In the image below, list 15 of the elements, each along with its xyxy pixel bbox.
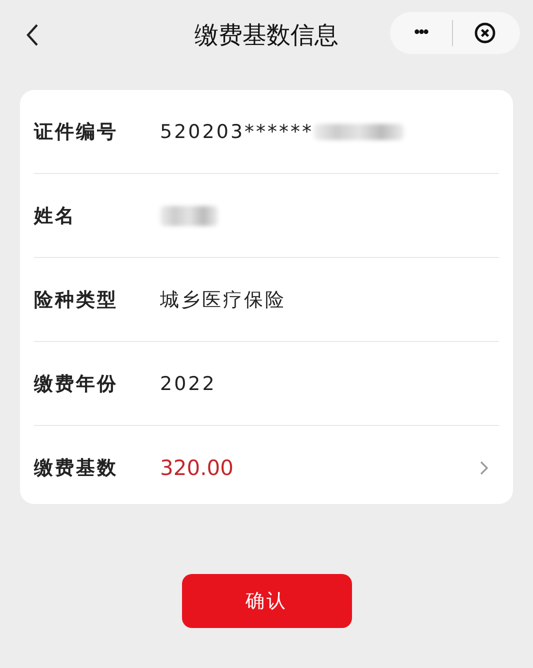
close-icon[interactable]	[474, 22, 496, 44]
confirm-button[interactable]: 确认	[182, 574, 352, 628]
field-value: 城乡医疗保险	[160, 288, 286, 312]
field-value: 520203******	[160, 120, 314, 142]
field-label: 姓名	[34, 204, 77, 228]
chevron-right-icon[interactable]	[479, 460, 489, 476]
field-label: 缴费年份	[34, 372, 119, 396]
more-button[interactable]: •••	[390, 24, 452, 42]
back-icon[interactable]	[25, 23, 39, 47]
field-label: 缴费基数	[34, 456, 119, 480]
field-label: 险种类型	[34, 288, 119, 312]
field-value: 2022	[160, 372, 216, 394]
page-title: 缴费基数信息	[194, 20, 338, 51]
field-value: 320.00	[160, 456, 234, 480]
field-label: 证件编号	[34, 120, 119, 144]
